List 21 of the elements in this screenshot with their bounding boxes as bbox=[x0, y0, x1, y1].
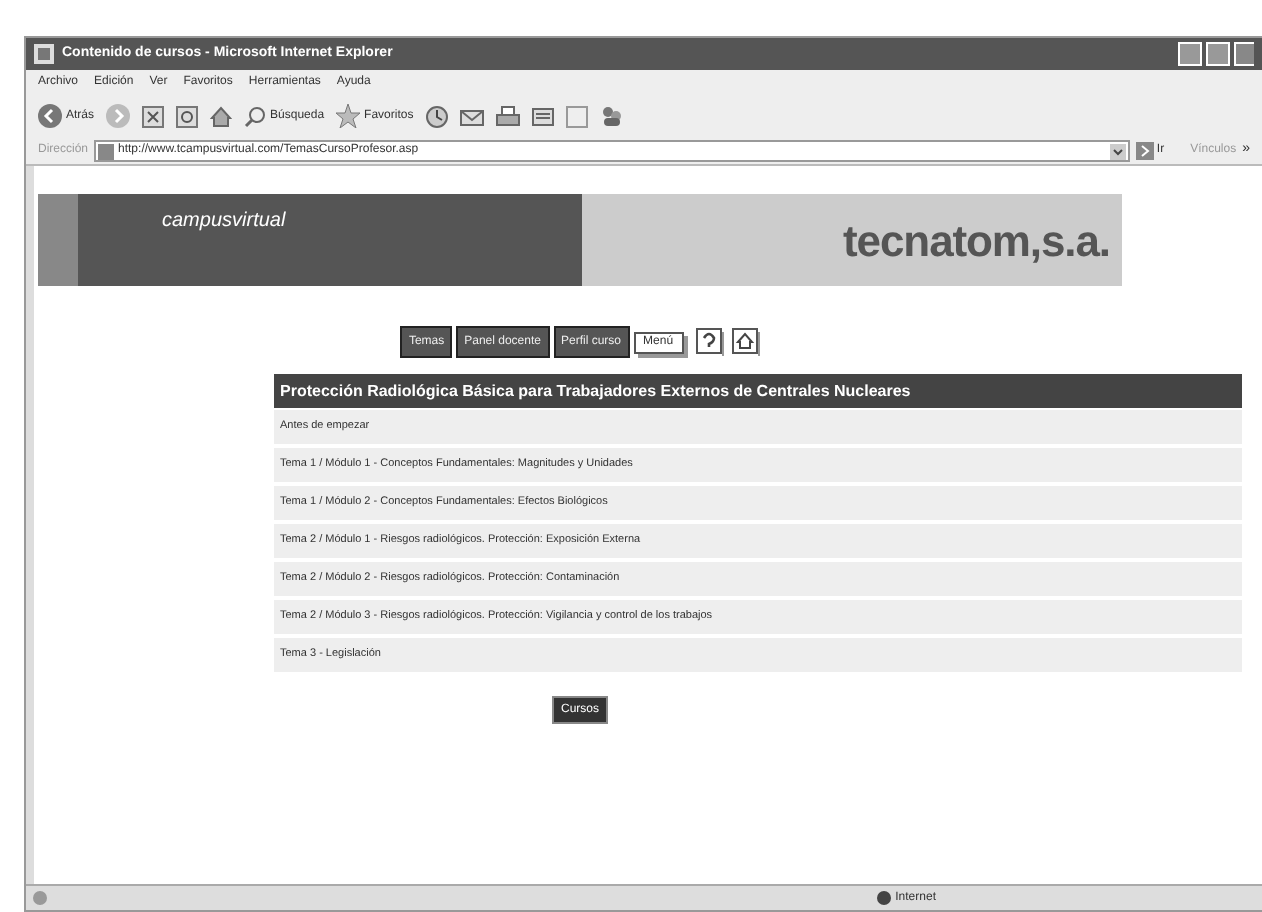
home-icon[interactable] bbox=[731, 328, 760, 356]
mail-icon[interactable] bbox=[459, 105, 484, 127]
edit-icon[interactable] bbox=[531, 105, 554, 127]
globe-icon bbox=[875, 890, 892, 906]
close-button[interactable] bbox=[1234, 42, 1254, 66]
logo-text: campusvirtual bbox=[162, 208, 286, 236]
star-icon bbox=[336, 104, 361, 128]
course-title: Protección Radiológica Básica para Trabajadores Externos de Centrales Nucleares bbox=[274, 374, 1242, 408]
printer-icon[interactable] bbox=[495, 105, 520, 127]
stop-icon[interactable] bbox=[142, 105, 165, 127]
maximize-button[interactable] bbox=[1206, 42, 1230, 66]
help-icon[interactable] bbox=[695, 328, 724, 356]
history-icon[interactable] bbox=[425, 105, 448, 127]
home-icon[interactable] bbox=[210, 105, 233, 127]
minimize-button[interactable] bbox=[1178, 42, 1202, 66]
search-icon bbox=[244, 105, 267, 127]
go-arrow-icon bbox=[1136, 142, 1155, 160]
browser-icon bbox=[34, 44, 54, 64]
company-name: tecnatom,s.a. bbox=[843, 213, 1110, 269]
dropdown-arrow-icon[interactable] bbox=[1110, 143, 1127, 159]
messenger-icon[interactable] bbox=[599, 104, 624, 128]
